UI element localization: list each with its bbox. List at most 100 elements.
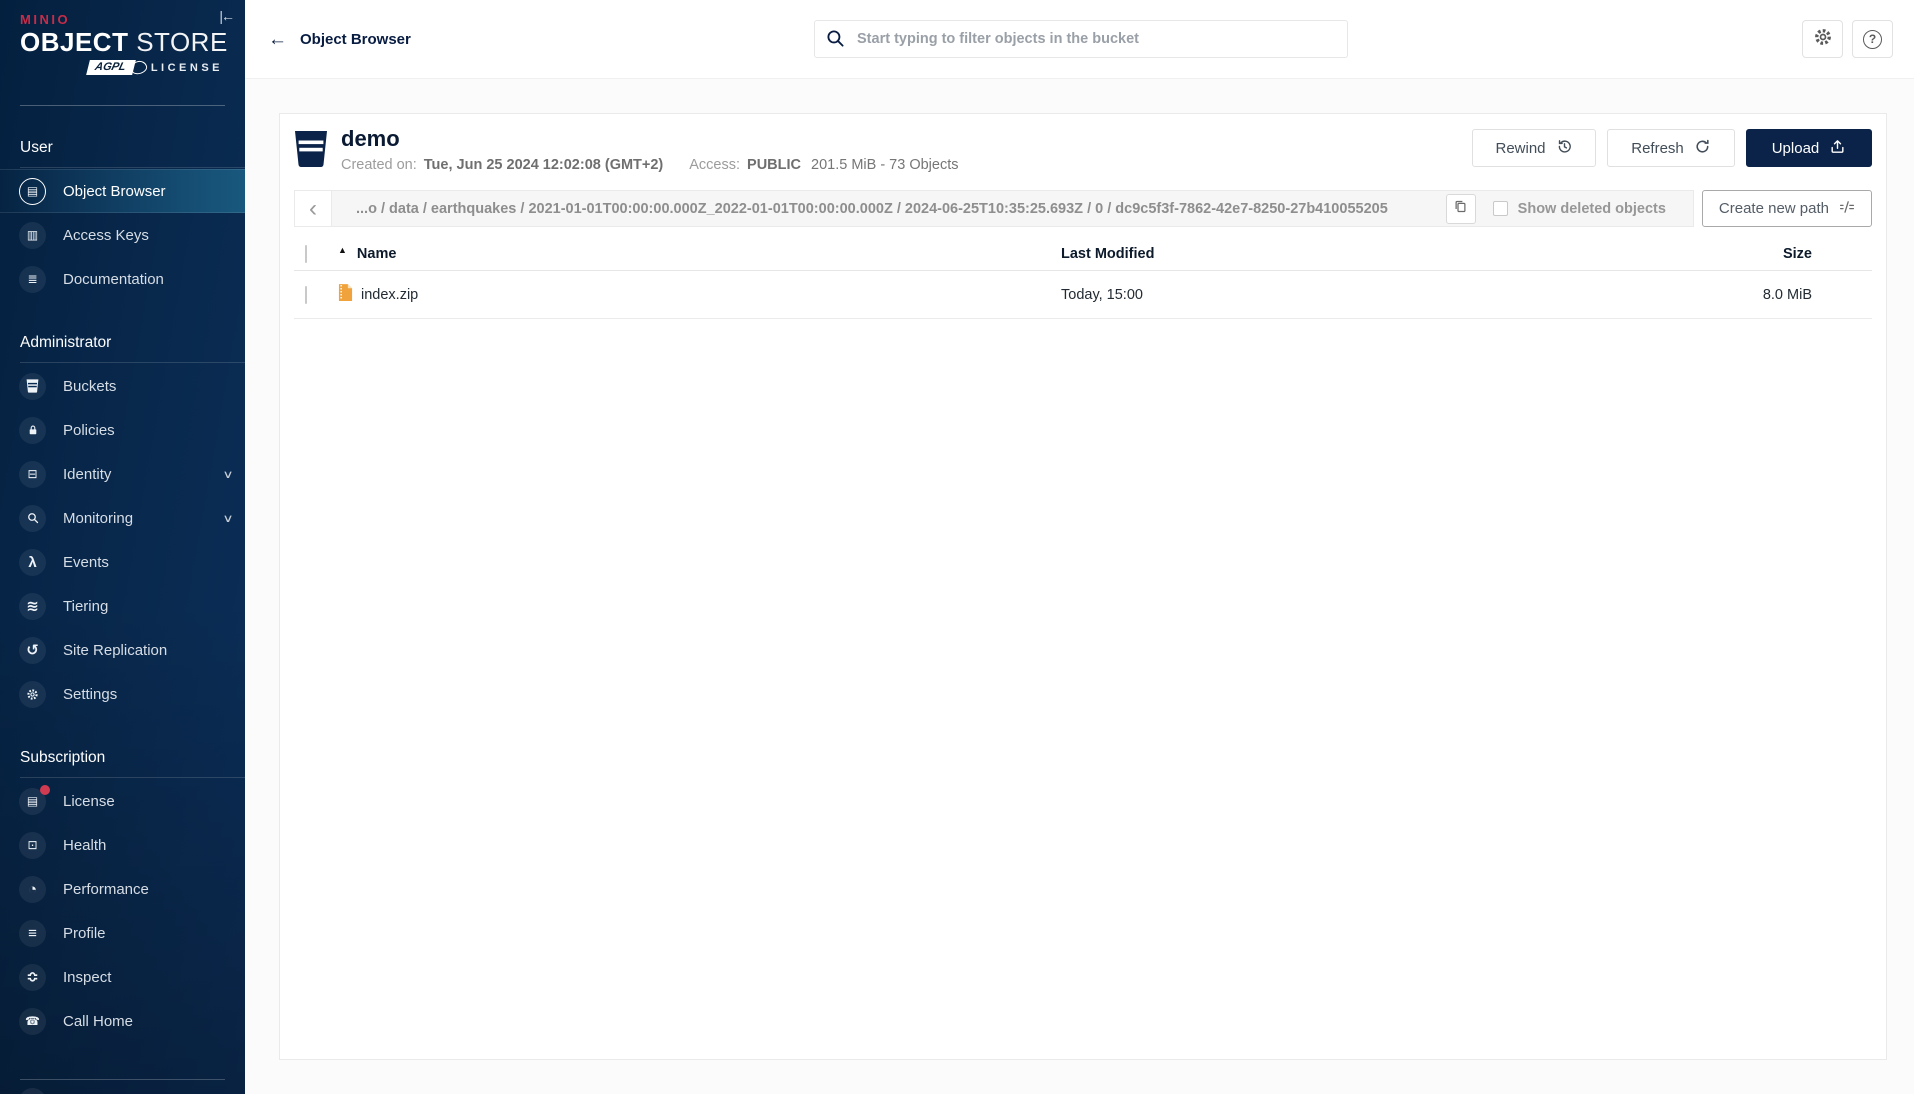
bucket-card: demo Created on: Tue, Jun 25 2024 12:02:… bbox=[279, 113, 1887, 1060]
copy-icon bbox=[1453, 199, 1468, 219]
breadcrumb[interactable]: ...o / data / earthquakes / 2021-01-01T0… bbox=[332, 201, 1446, 217]
bucket-toolbar: Rewind Refresh Upload bbox=[1472, 129, 1872, 167]
section-label-subscription: Subscription bbox=[20, 749, 106, 766]
sidebar-item-label: Health bbox=[63, 836, 107, 854]
sidebar-item-access-keys[interactable]: ▥ Access Keys bbox=[0, 213, 245, 257]
sidebar-item-label: Policies bbox=[63, 421, 115, 439]
column-header-last-modified[interactable]: Last Modified bbox=[1061, 246, 1651, 262]
column-header-size[interactable]: Size bbox=[1651, 246, 1872, 262]
sidebar-item-identity[interactable]: ⊟ Identity ∨ bbox=[0, 452, 245, 496]
sidebar-item-label: Site Replication bbox=[63, 641, 168, 659]
sidebar-item-label: Access Keys bbox=[63, 226, 149, 244]
sidebar-item-inspect[interactable]: ≎ Inspect bbox=[0, 955, 245, 999]
divider bbox=[20, 1079, 225, 1080]
sidebar-item-performance[interactable]: ◔ Performance bbox=[0, 867, 245, 911]
create-new-path-label: Create new path bbox=[1718, 200, 1829, 217]
question-mark-icon: ? bbox=[1863, 29, 1882, 49]
sidebar-item-profile[interactable]: ≡ Profile bbox=[0, 911, 245, 955]
bucket-icon bbox=[294, 130, 328, 173]
bucket-header: demo Created on: Tue, Jun 25 2024 12:02:… bbox=[294, 127, 1872, 173]
refresh-button-label: Refresh bbox=[1631, 139, 1684, 157]
table-row[interactable]: index.zip Today, 15:00 8.0 MiB bbox=[294, 271, 1872, 319]
breadcrumb-container: ‹ ...o / data / earthquakes / 2021-01-01… bbox=[294, 190, 1694, 227]
performance-gauge-icon: ◔ bbox=[19, 875, 46, 903]
help-button[interactable]: ? bbox=[1852, 20, 1893, 58]
sidebar-item-label: Tiering bbox=[63, 597, 109, 615]
upload-button-label: Upload bbox=[1771, 139, 1820, 157]
agpl-badge: AGPL bbox=[86, 60, 136, 75]
sidebar-item-documentation[interactable]: ≣ Documentation bbox=[0, 257, 245, 301]
sidebar-item-label: Events bbox=[63, 553, 109, 571]
divider bbox=[20, 167, 245, 168]
monitoring-icon bbox=[19, 504, 46, 532]
sidebar-bottom bbox=[0, 1079, 245, 1094]
show-deleted-checkbox[interactable] bbox=[1492, 201, 1508, 216]
refresh-button[interactable]: Refresh bbox=[1607, 129, 1735, 167]
license-word: LICENSE bbox=[150, 61, 223, 74]
sidebar-item-label: Buckets bbox=[63, 377, 117, 395]
cut-off-icon bbox=[19, 1088, 46, 1094]
created-label: Created on: bbox=[341, 157, 417, 173]
sidebar-item-events[interactable]: λ Events bbox=[0, 540, 245, 584]
sidebar-section-subscription: Subscription ▤ License ⊡ Health ◔ Perfor… bbox=[0, 749, 245, 1043]
search-input[interactable] bbox=[814, 20, 1348, 58]
section-label-user: User bbox=[20, 139, 53, 156]
row-checkbox[interactable] bbox=[305, 285, 307, 304]
access-keys-icon: ▥ bbox=[19, 221, 46, 249]
rewind-button-label: Rewind bbox=[1495, 139, 1546, 157]
sidebar-item-settings[interactable]: Settings bbox=[0, 672, 245, 716]
divider bbox=[20, 362, 245, 363]
settings-gear-icon bbox=[19, 680, 46, 708]
sidebar-item-object-browser[interactable]: ▤ Object Browser bbox=[0, 169, 245, 213]
sidebar-item-label: Call Home bbox=[63, 1012, 134, 1030]
create-new-path-button[interactable]: Create new path bbox=[1701, 190, 1872, 227]
sidebar-item-label: Object Browser bbox=[63, 182, 166, 200]
upload-button[interactable]: Upload bbox=[1746, 129, 1872, 167]
page-title: Object Browser bbox=[300, 31, 411, 48]
bucket-stats: 201.5 MiB - 73 Objects bbox=[811, 157, 959, 173]
sidebar-item-label: Performance bbox=[63, 880, 149, 898]
sidebar-item-policies[interactable]: Policies bbox=[0, 408, 245, 452]
object-name-cell[interactable]: index.zip bbox=[338, 283, 1061, 306]
divider bbox=[20, 105, 225, 106]
settings-button[interactable] bbox=[1802, 20, 1843, 58]
show-deleted-objects-control: Show deleted objects bbox=[1492, 201, 1666, 217]
page-head: ← Object Browser bbox=[268, 0, 411, 79]
sidebar-item-health[interactable]: ⊡ Health bbox=[0, 823, 245, 867]
sidebar-item-label: Monitoring bbox=[63, 509, 134, 527]
sidebar: |← MINIO OBJECT STORE AGPL LICENSE User … bbox=[0, 0, 245, 1094]
object-browser-icon: ▤ bbox=[19, 177, 46, 205]
notification-dot bbox=[40, 784, 50, 795]
sidebar-item-buckets[interactable]: Buckets bbox=[0, 364, 245, 408]
buckets-icon bbox=[19, 372, 46, 400]
events-icon: λ bbox=[19, 548, 46, 576]
zip-file-icon bbox=[338, 283, 353, 306]
sidebar-item-monitoring[interactable]: Monitoring ∨ bbox=[0, 496, 245, 540]
created-value: Tue, Jun 25 2024 12:02:08 (GMT+2) bbox=[423, 157, 664, 173]
sidebar-item-license[interactable]: ▤ License bbox=[0, 779, 245, 823]
search-box bbox=[814, 20, 1348, 58]
collapse-sidebar-icon[interactable]: |← bbox=[219, 8, 235, 24]
chevron-down-icon[interactable]: ∨ bbox=[222, 468, 233, 481]
column-header-name[interactable]: ▲ Name bbox=[338, 245, 1061, 262]
back-arrow-icon[interactable]: ← bbox=[268, 30, 287, 49]
inspect-icon: ≎ bbox=[19, 963, 46, 991]
sidebar-item-label: Inspect bbox=[63, 968, 112, 986]
chevron-down-icon[interactable]: ∨ bbox=[222, 512, 233, 525]
copy-path-button[interactable] bbox=[1445, 193, 1476, 224]
sidebar-item-site-replication[interactable]: ↺ Site Replication bbox=[0, 628, 245, 672]
sidebar-item-tiering[interactable]: ≋ Tiering bbox=[0, 584, 245, 628]
minio-wordmark: MINIO bbox=[20, 12, 71, 27]
license-icon: ▤ bbox=[19, 784, 50, 815]
object-modified-cell: Today, 15:00 bbox=[1061, 286, 1143, 303]
breadcrumb-back-chevron[interactable]: ‹ bbox=[295, 191, 332, 226]
rewind-button[interactable]: Rewind bbox=[1472, 129, 1596, 167]
identity-icon: ⊟ bbox=[19, 460, 46, 488]
object-size-cell: 8.0 MiB bbox=[1762, 286, 1812, 303]
documentation-icon: ≣ bbox=[19, 265, 46, 293]
upload-icon bbox=[1829, 138, 1846, 159]
sidebar-item-call-home[interactable]: ☎ Call Home bbox=[0, 999, 245, 1043]
tiering-icon: ≋ bbox=[19, 592, 46, 620]
access-label: Access: bbox=[689, 157, 741, 173]
select-all-checkbox[interactable] bbox=[305, 245, 307, 263]
